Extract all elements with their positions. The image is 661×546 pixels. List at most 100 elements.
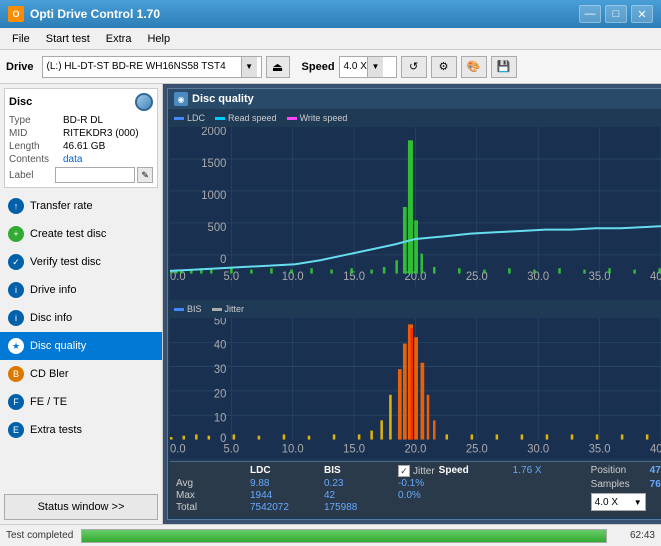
svg-text:30.0: 30.0 bbox=[527, 444, 549, 456]
sidebar-label-drive-info: Drive info bbox=[30, 284, 76, 296]
close-button[interactable]: ✕ bbox=[631, 5, 653, 23]
save-button[interactable]: 💾 bbox=[491, 56, 517, 78]
transfer-rate-icon: ↑ bbox=[8, 198, 24, 214]
svg-text:1000: 1000 bbox=[201, 189, 227, 202]
sidebar-item-disc-info[interactable]: i Disc info bbox=[0, 304, 162, 332]
verify-test-disc-icon: ✓ bbox=[8, 254, 24, 270]
stats-header-row: LDC BIS ✓ Jitter Speed 1.76 X bbox=[176, 465, 583, 477]
svg-text:25.0: 25.0 bbox=[466, 444, 488, 456]
fe-te-icon: F bbox=[8, 394, 24, 410]
sidebar-item-drive-info[interactable]: i Drive info bbox=[0, 276, 162, 304]
label-edit-button[interactable]: ✎ bbox=[137, 167, 153, 183]
sidebar-item-cd-bler[interactable]: B CD Bler bbox=[0, 360, 162, 388]
minimize-button[interactable]: — bbox=[579, 5, 601, 23]
content-area: ◉ Disc quality LDC Read speed bbox=[163, 84, 661, 524]
sidebar-label-verify-test-disc: Verify test disc bbox=[30, 256, 101, 268]
type-value: BD-R DL bbox=[63, 115, 103, 126]
ldc-header bbox=[176, 465, 246, 477]
mid-value: RITEKDR3 (000) bbox=[63, 128, 139, 139]
sidebar-label-transfer-rate: Transfer rate bbox=[30, 200, 93, 212]
sidebar-item-verify-test-disc[interactable]: ✓ Verify test disc bbox=[0, 248, 162, 276]
max-row: Max 1944 42 0.0% bbox=[176, 490, 583, 501]
sidebar: Disc Type BD-R DL MID RITEKDR3 (000) Len… bbox=[0, 84, 163, 524]
sidebar-item-extra-tests[interactable]: E Extra tests bbox=[0, 416, 162, 444]
maximize-button[interactable]: □ bbox=[605, 5, 627, 23]
disc-quality-title: Disc quality bbox=[192, 93, 254, 105]
window-controls: — □ ✕ bbox=[579, 5, 653, 23]
speed-header: Speed bbox=[439, 465, 509, 477]
speed-selector-row[interactable]: 4.0 X ▼ bbox=[591, 493, 661, 511]
stats-table: LDC BIS ✓ Jitter Speed 1.76 X Avg 9.88 bbox=[176, 465, 583, 514]
length-value: 46.61 GB bbox=[63, 141, 105, 152]
sidebar-item-create-test-disc[interactable]: + Create test disc bbox=[0, 220, 162, 248]
length-label: Length bbox=[9, 141, 63, 152]
bis-legend-dot bbox=[174, 308, 184, 311]
top-chart: 2000 1500 1000 500 0 18X 16X 14X 12X bbox=[170, 127, 661, 300]
svg-text:30.0: 30.0 bbox=[527, 270, 549, 283]
refresh-button[interactable]: ↺ bbox=[401, 56, 427, 78]
speed-select[interactable]: 4.0 X ▼ bbox=[339, 56, 397, 78]
total-bis: 175988 bbox=[324, 502, 394, 513]
jitter-checkbox[interactable]: ✓ bbox=[398, 465, 410, 477]
jitter-legend-dot bbox=[212, 308, 222, 311]
stats-bis-header: BIS bbox=[324, 465, 394, 477]
legend-jitter: Jitter bbox=[212, 304, 245, 314]
bottom-chart-legend: BIS Jitter bbox=[170, 302, 661, 316]
sidebar-item-disc-quality[interactable]: ★ Disc quality bbox=[0, 332, 162, 360]
disc-info-icon: i bbox=[8, 310, 24, 326]
svg-text:40: 40 bbox=[214, 340, 227, 352]
max-ldc: 1944 bbox=[250, 490, 320, 501]
speed-selector[interactable]: 4.0 X ▼ bbox=[591, 493, 646, 511]
disc-type-row: Type BD-R DL bbox=[9, 115, 153, 126]
drive-select[interactable]: (L:) HL-DT-ST BD-RE WH16NS58 TST4 ▼ bbox=[42, 56, 262, 78]
settings-button[interactable]: ⚙ bbox=[431, 56, 457, 78]
svg-text:35.0: 35.0 bbox=[589, 270, 611, 283]
speed-label: Speed bbox=[302, 61, 335, 73]
extra-tests-icon: E bbox=[8, 422, 24, 438]
avg-bis: 0.23 bbox=[324, 478, 394, 489]
sidebar-menu: ↑ Transfer rate + Create test disc ✓ Ver… bbox=[0, 192, 162, 490]
eject-button[interactable]: ⏏ bbox=[266, 56, 290, 78]
disc-contents-row: Contents data bbox=[9, 154, 153, 165]
legend-read-speed: Read speed bbox=[215, 113, 277, 123]
menu-extra[interactable]: Extra bbox=[98, 31, 140, 47]
disc-icon bbox=[135, 93, 153, 111]
sidebar-label-create-test-disc: Create test disc bbox=[30, 228, 106, 240]
top-chart-svg: 2000 1500 1000 500 0 18X 16X 14X 12X bbox=[170, 127, 661, 300]
svg-text:1500: 1500 bbox=[201, 157, 227, 170]
status-window-button[interactable]: Status window >> bbox=[4, 494, 158, 520]
bottom-chart: 50 40 30 20 10 0 10% 8% 6% 4% bbox=[170, 318, 661, 459]
sidebar-item-fe-te[interactable]: F FE / TE bbox=[0, 388, 162, 416]
max-bis: 42 bbox=[324, 490, 394, 501]
skin-button[interactable]: 🎨 bbox=[461, 56, 487, 78]
charts-container: LDC Read speed Write speed bbox=[168, 109, 661, 519]
svg-text:35.0: 35.0 bbox=[589, 444, 611, 456]
titlebar: O Opti Drive Control 1.70 — □ ✕ bbox=[0, 0, 661, 28]
speed-current-value: 1.76 X bbox=[513, 465, 583, 477]
sidebar-item-transfer-rate[interactable]: ↑ Transfer rate bbox=[0, 192, 162, 220]
disc-header: Disc bbox=[9, 93, 153, 111]
status-text: Test completed bbox=[6, 530, 73, 541]
svg-text:15.0: 15.0 bbox=[343, 444, 365, 456]
disc-quality-icon: ★ bbox=[8, 338, 24, 354]
menu-file[interactable]: File bbox=[4, 31, 38, 47]
top-chart-legend: LDC Read speed Write speed bbox=[170, 111, 661, 125]
label-label: Label bbox=[9, 170, 55, 181]
svg-text:10.0: 10.0 bbox=[282, 270, 304, 283]
menu-start-test[interactable]: Start test bbox=[38, 31, 98, 47]
legend-write-speed: Write speed bbox=[287, 113, 348, 123]
time-display: 62:43 bbox=[615, 530, 655, 541]
max-jitter: 0.0% bbox=[398, 490, 468, 501]
menu-help[interactable]: Help bbox=[139, 31, 178, 47]
disc-quality-header: ◉ Disc quality bbox=[168, 89, 661, 109]
legend-ldc: LDC bbox=[174, 113, 205, 123]
samples-row: Samples 761900 bbox=[591, 479, 661, 490]
position-row: Position 47731 MB bbox=[591, 465, 661, 476]
drive-info-icon: i bbox=[8, 282, 24, 298]
avg-jitter: -0.1% bbox=[398, 478, 468, 489]
label-input[interactable] bbox=[55, 167, 135, 183]
svg-text:500: 500 bbox=[208, 221, 227, 234]
ldc-legend-dot bbox=[174, 117, 184, 120]
jitter-checkbox-item[interactable]: ✓ Jitter bbox=[398, 465, 435, 477]
svg-text:50: 50 bbox=[214, 318, 227, 327]
